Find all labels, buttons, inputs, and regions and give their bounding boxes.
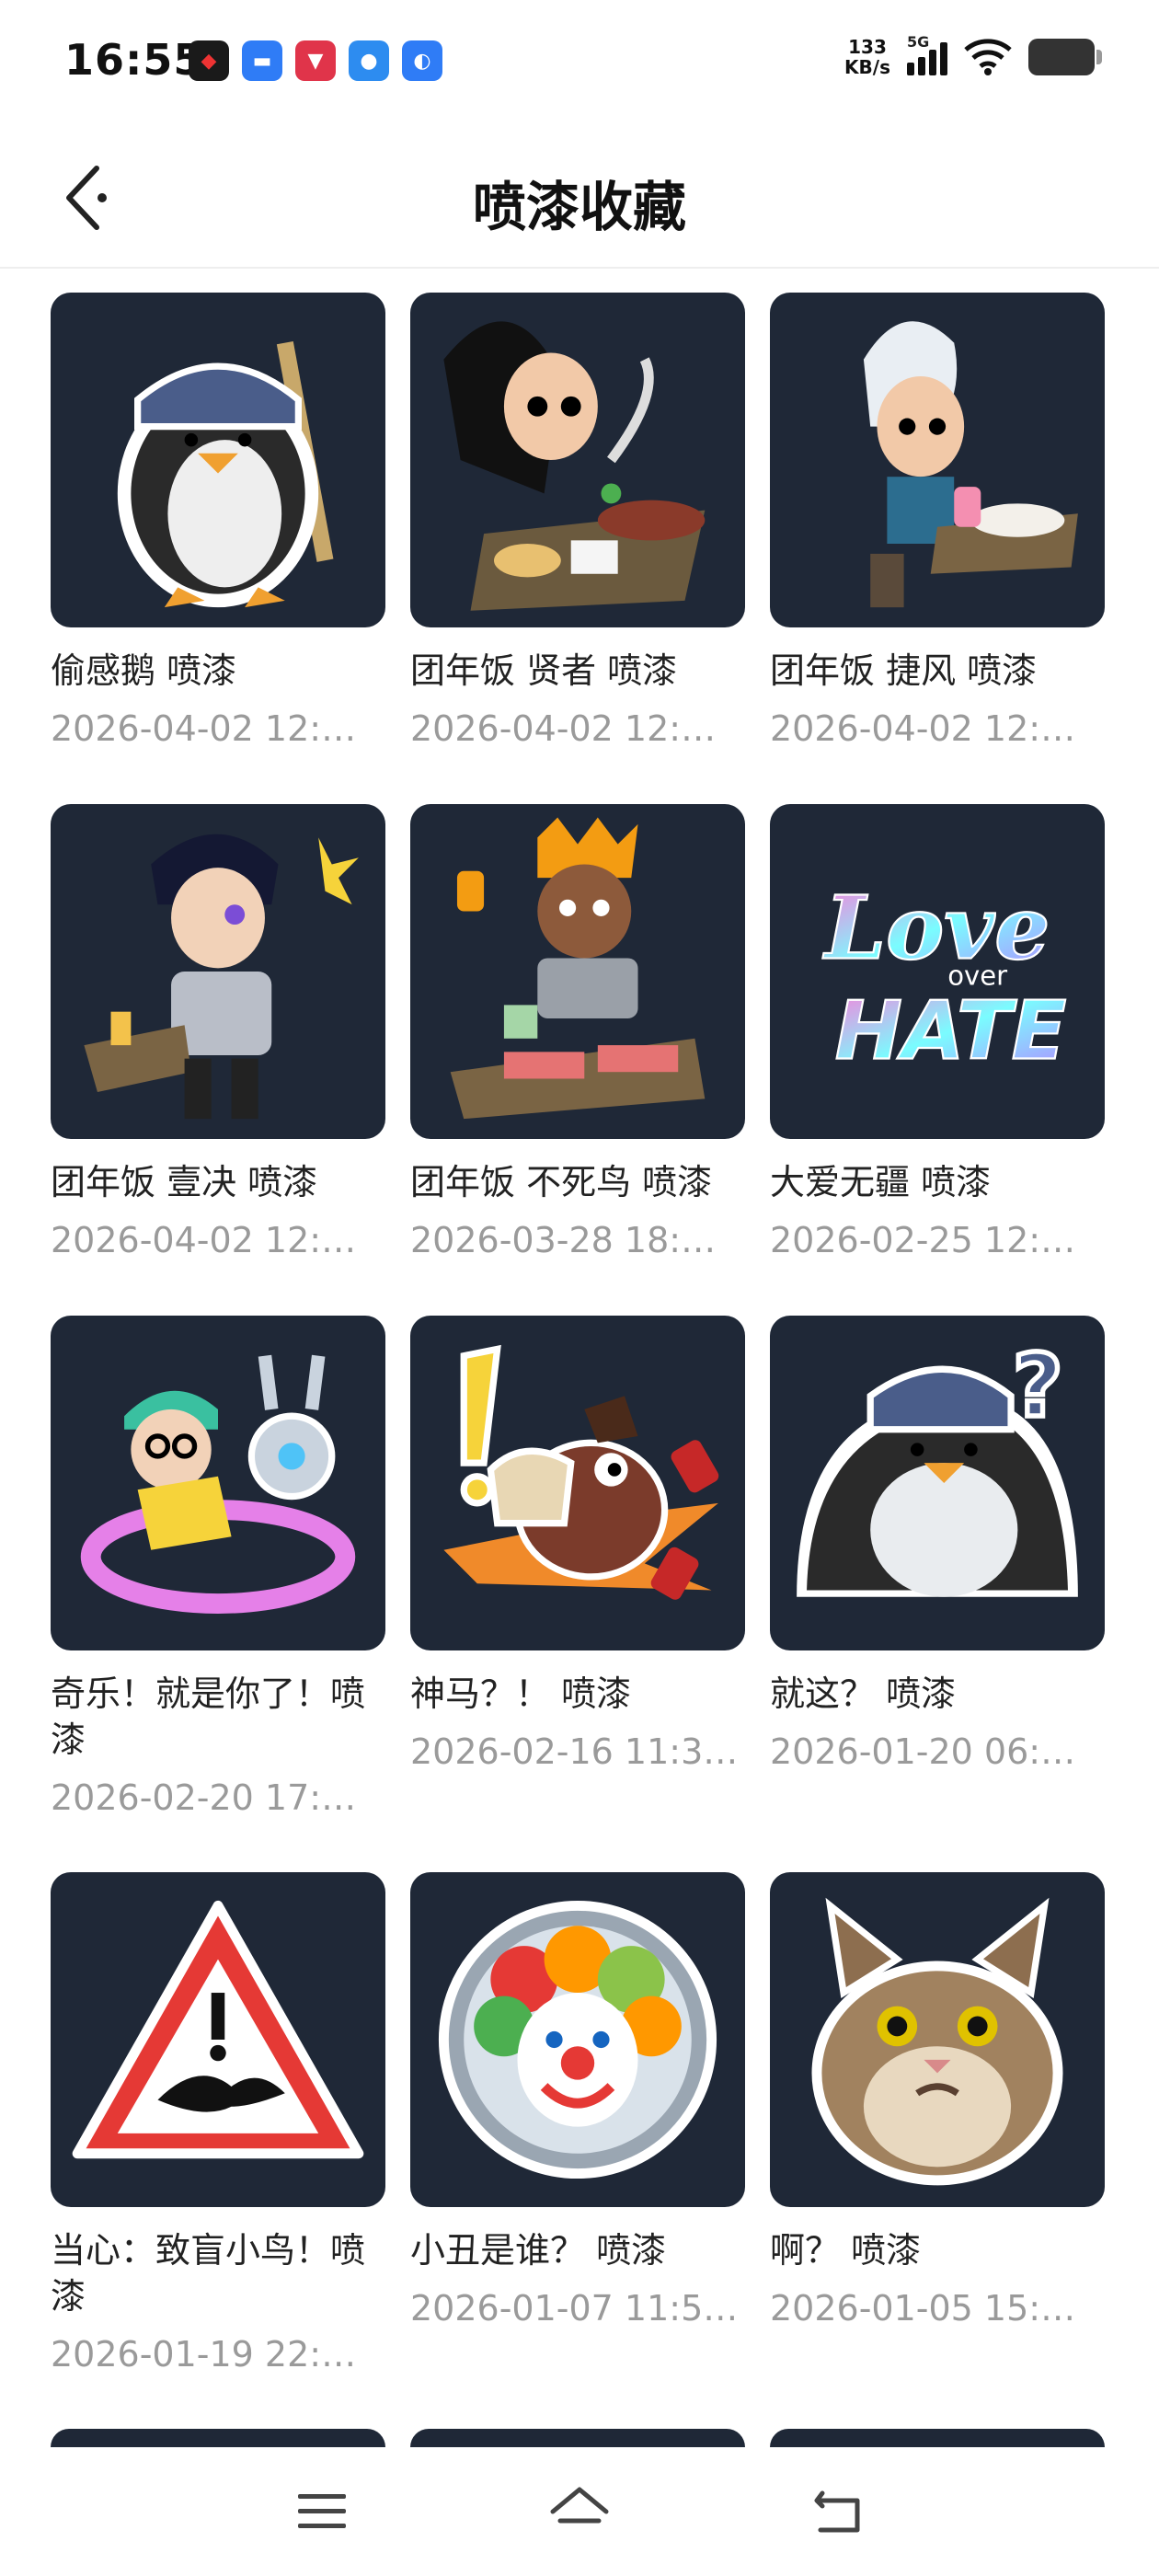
spray-thumbnail: Love over HATE bbox=[770, 804, 1105, 1139]
spray-name: 当心：致盲小鸟！喷漆 bbox=[51, 2230, 366, 2317]
svg-text:Love: Love bbox=[822, 877, 1050, 979]
sage-dinner-sticker-icon bbox=[443, 321, 706, 611]
spray-card[interactable]: 神马？！ 喷漆 2026-02-16 11:3… bbox=[410, 1316, 745, 1774]
battery-icon bbox=[1028, 39, 1102, 75]
phoenix-dinner-sticker-icon bbox=[450, 817, 706, 1120]
iso-dinner-sticker-icon bbox=[84, 834, 359, 1120]
spray-date: 2026-04-02 12:… bbox=[51, 1220, 357, 1260]
wifi-icon bbox=[964, 39, 1012, 75]
app-notification-icon: ● bbox=[349, 40, 389, 81]
spray-date: 2026-04-02 12:… bbox=[410, 708, 717, 749]
page-title: 喷漆收藏 bbox=[472, 176, 686, 238]
spray-date: 2026-01-07 11:5… bbox=[410, 2288, 739, 2329]
spray-date: 2026-02-20 17:… bbox=[51, 1777, 357, 1818]
spray-name: 大爱无疆 喷漆 bbox=[770, 1162, 992, 1202]
spray-card[interactable]: Love over HATE 大爱无疆 喷漆 2026-02-25 12:… bbox=[770, 804, 1105, 1262]
spray-card[interactable]: 当心：致盲小鸟！喷漆 2026-01-19 22:… bbox=[51, 1872, 385, 2376]
home-icon bbox=[550, 2487, 609, 2524]
spray-thumbnail-partial[interactable] bbox=[770, 2429, 1105, 2447]
spray-name: 啊？ 喷漆 bbox=[770, 2230, 922, 2271]
spray-card[interactable]: 团年饭 壹决 喷漆 2026-04-02 12:… bbox=[51, 804, 385, 1262]
menu-button[interactable] bbox=[281, 2475, 363, 2548]
spray-card[interactable]: 小丑是谁？ 喷漆 2026-01-07 11:5… bbox=[410, 1872, 745, 2330]
app-notification-icon: ◆ bbox=[189, 40, 229, 81]
penguin-question-sticker-icon: ? bbox=[797, 1333, 1078, 1597]
horse-surprise-sticker-icon bbox=[443, 1344, 719, 1600]
spray-date: 2026-04-02 12:… bbox=[770, 708, 1076, 749]
spray-thumbnail bbox=[51, 293, 385, 627]
spray-date: 2026-01-05 15:… bbox=[770, 2288, 1076, 2329]
warning-bird-sticker-icon bbox=[72, 1900, 364, 2159]
spray-thumbnail bbox=[410, 1872, 745, 2207]
network-speed: 133 KB/s bbox=[844, 37, 890, 77]
spray-thumbnail bbox=[410, 1316, 745, 1650]
status-indicators: 133 KB/s 5G bbox=[844, 33, 1102, 77]
system-navigation-bar bbox=[0, 2447, 1159, 2576]
spray-card[interactable]: ? 就这？ 喷漆 2026-01-20 06:… bbox=[770, 1316, 1105, 1774]
spray-card[interactable]: 偷感鹅 喷漆 2026-04-02 12:… bbox=[51, 293, 385, 751]
browser-notification-icon: ◐ bbox=[402, 40, 442, 81]
spray-name: 就这？ 喷漆 bbox=[770, 1673, 957, 1714]
video-notification-icon: ▼ bbox=[295, 40, 336, 81]
status-bar: 16:55 ◆ ▬ ▼ ● ◐ 133 KB/s 5G bbox=[0, 0, 1159, 129]
penguin-beanie-sticker-icon bbox=[117, 340, 334, 608]
home-button[interactable] bbox=[538, 2475, 621, 2548]
spray-thumbnail bbox=[770, 293, 1105, 627]
spray-name: 团年饭 不死鸟 喷漆 bbox=[410, 1162, 713, 1202]
spray-name: 团年饭 贤者 喷漆 bbox=[410, 650, 678, 691]
spray-card[interactable]: 团年饭 捷风 喷漆 2026-04-02 12:… bbox=[770, 293, 1105, 751]
top-app-bar: 喷漆收藏 bbox=[0, 129, 1159, 269]
spray-card[interactable]: 啊？ 喷漆 2026-01-05 15:… bbox=[770, 1872, 1105, 2330]
killjoy-sticker-icon bbox=[80, 1354, 356, 1614]
network-speed-value: 133 bbox=[848, 36, 887, 58]
spray-thumbnail bbox=[51, 804, 385, 1139]
spray-thumbnail bbox=[410, 804, 745, 1139]
spray-thumbnail-partial[interactable] bbox=[410, 2429, 745, 2447]
message-notification-icon: ▬ bbox=[242, 40, 282, 81]
spray-thumbnail bbox=[51, 1316, 385, 1650]
spray-thumbnail bbox=[410, 293, 745, 627]
spray-date: 2026-01-20 06:… bbox=[770, 1731, 1076, 1772]
spray-card[interactable]: 奇乐！就是你了！喷漆 2026-02-20 17:… bbox=[51, 1316, 385, 1820]
spray-name: 团年饭 捷风 喷漆 bbox=[770, 650, 1038, 691]
spray-name: 团年饭 壹决 喷漆 bbox=[51, 1162, 318, 1202]
network-type: 5G bbox=[907, 33, 930, 51]
spray-name: 偷感鹅 喷漆 bbox=[51, 650, 237, 691]
spray-date: 2026-03-28 18:… bbox=[410, 1220, 717, 1260]
shocked-cat-sticker-icon bbox=[811, 1897, 1063, 2186]
svg-text:HATE: HATE bbox=[835, 984, 1067, 1078]
spray-card[interactable]: 团年饭 不死鸟 喷漆 2026-03-28 18:… bbox=[410, 804, 745, 1262]
back-nav-button[interactable] bbox=[796, 2475, 878, 2548]
network-speed-unit: KB/s bbox=[844, 56, 890, 78]
menu-icon bbox=[298, 2494, 346, 2528]
spray-name: 小丑是谁？ 喷漆 bbox=[410, 2230, 667, 2271]
spray-thumbnail-partial[interactable] bbox=[51, 2429, 385, 2447]
spray-card[interactable]: 团年饭 贤者 喷漆 2026-04-02 12:… bbox=[410, 293, 745, 751]
jett-dinner-sticker-icon bbox=[863, 321, 1078, 608]
spray-date: 2026-01-19 22:… bbox=[51, 2334, 357, 2375]
spray-date: 2026-02-16 11:3… bbox=[410, 1731, 739, 1772]
spray-name: 奇乐！就是你了！喷漆 bbox=[51, 1673, 366, 1760]
spray-thumbnail bbox=[770, 1872, 1105, 2207]
back-nav-icon bbox=[814, 2490, 860, 2533]
cell-signal-icon: 5G bbox=[907, 33, 947, 75]
clown-sticker-icon bbox=[438, 1900, 717, 2179]
status-time: 16:55 bbox=[64, 35, 204, 85]
svg-text:?: ? bbox=[1013, 1336, 1063, 1437]
spray-thumbnail: ? bbox=[770, 1316, 1105, 1650]
spray-date: 2026-04-02 12:… bbox=[51, 708, 357, 749]
notification-icons: ◆ ▬ ▼ ● ◐ bbox=[189, 40, 442, 81]
spray-thumbnail bbox=[51, 1872, 385, 2207]
spray-date: 2026-02-25 12:… bbox=[770, 1220, 1076, 1260]
spray-name: 神马？！ 喷漆 bbox=[410, 1673, 632, 1714]
love-over-hate-sticker-icon: Love over HATE bbox=[820, 876, 1067, 1078]
